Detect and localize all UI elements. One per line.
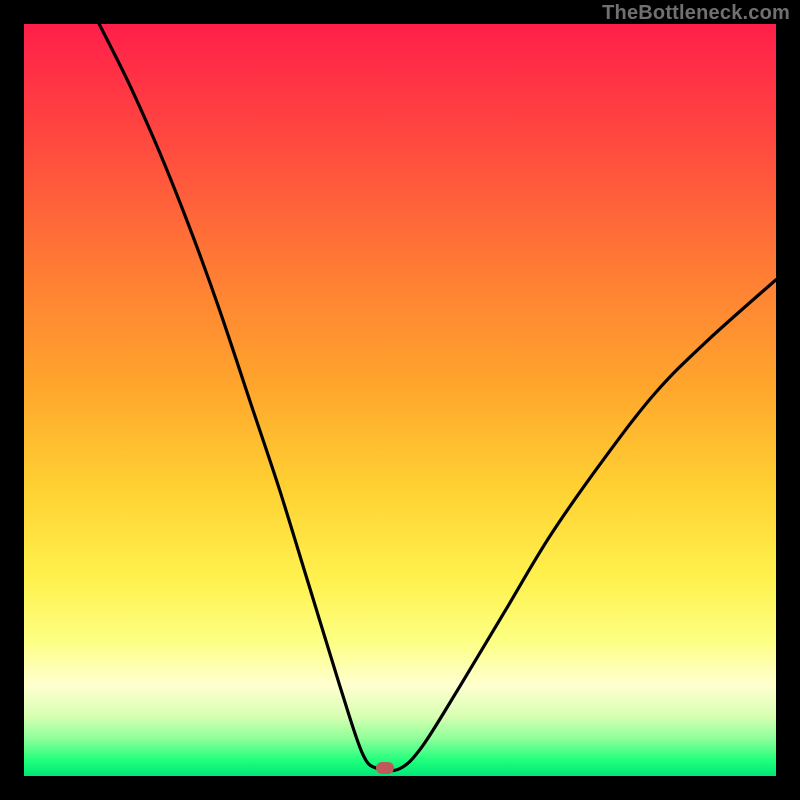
bottleneck-curve	[24, 24, 776, 776]
optimum-marker	[376, 762, 394, 774]
plot-area	[24, 24, 776, 776]
chart-frame: TheBottleneck.com	[0, 0, 800, 800]
watermark-text: TheBottleneck.com	[602, 2, 790, 25]
curve-path	[99, 24, 776, 771]
